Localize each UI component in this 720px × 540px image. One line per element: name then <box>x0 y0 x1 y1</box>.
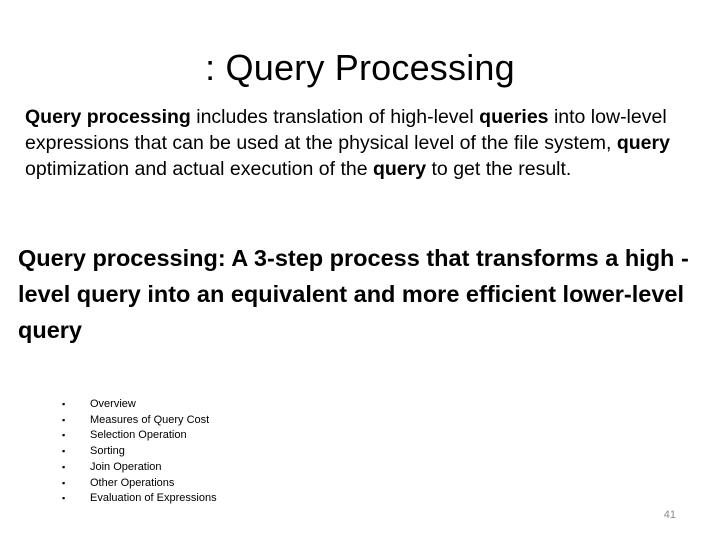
bullet-icon: ▪ <box>62 493 66 504</box>
intro-segment: optimization and actual execution of the <box>25 158 373 180</box>
topic-label: Measures of Query Cost <box>90 413 210 426</box>
topic-list: ▪ Overview ▪ Measures of Query Cost ▪ Selec… <box>60 397 217 507</box>
intro-segment: to get the result. <box>426 158 572 180</box>
topic-label: Join Operation <box>90 460 162 473</box>
intro-segment: query <box>616 132 670 154</box>
topic-label: Other Operations <box>90 476 175 489</box>
topic-label: Selection Operation <box>90 429 187 442</box>
list-item: ▪ Overview <box>60 397 217 413</box>
list-item: ▪ Measures of Query Cost <box>60 413 217 429</box>
intro-segment: queries <box>479 106 549 128</box>
bullet-icon: ▪ <box>62 399 66 409</box>
bullet-icon: ▪ <box>62 430 66 441</box>
page-number: 41 <box>663 509 676 521</box>
intro-paragraph: Query processing includes translation of… <box>25 104 685 182</box>
intro-segment: query <box>372 158 427 180</box>
bullet-icon: ▪ <box>62 446 66 457</box>
bullet-icon: ▪ <box>62 461 66 472</box>
list-item: ▪ Other Operations <box>60 476 217 492</box>
topic-label: Overview <box>90 398 136 410</box>
topic-label: Sorting <box>90 445 125 458</box>
intro-segment: includes translation of high-level <box>190 106 480 128</box>
list-item: ▪ Join Operation <box>60 460 217 476</box>
intro-segment: Query processing <box>25 106 191 128</box>
bullet-icon: ▪ <box>62 477 66 488</box>
definition-paragraph: Query processing: A 3-step process that … <box>18 245 689 343</box>
list-item: ▪ Selection Operation <box>60 428 217 444</box>
list-item: ▪ Evaluation of Expressions <box>60 491 217 507</box>
slide-title: : Query Processing <box>205 47 515 88</box>
list-item: ▪ Sorting <box>60 444 217 460</box>
bullet-icon: ▪ <box>62 414 66 425</box>
topic-label: Evaluation of Expressions <box>90 492 217 505</box>
